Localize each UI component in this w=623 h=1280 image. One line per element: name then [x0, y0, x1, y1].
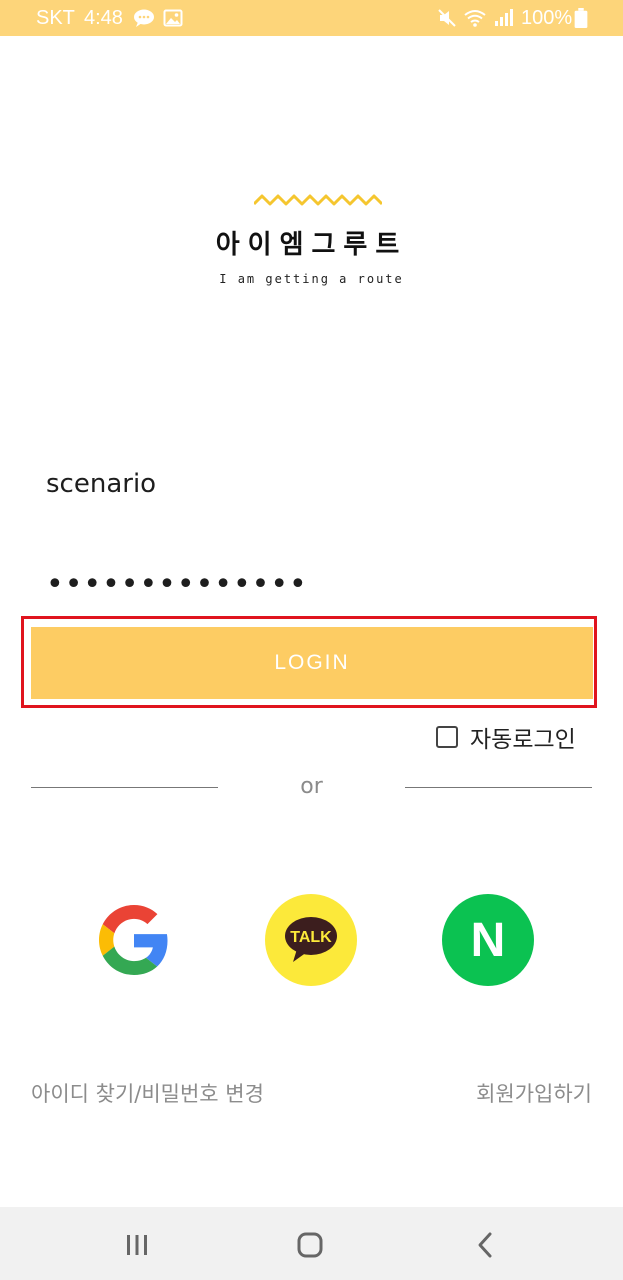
battery-icon	[574, 8, 588, 28]
chat-notification-icon	[134, 9, 154, 27]
kakaotalk-icon: TALK	[285, 917, 337, 962]
back-chevron-icon	[478, 1232, 492, 1258]
kakao-talk-label: TALK	[290, 929, 332, 946]
app-logo-title: 아이엠그루트	[215, 230, 408, 260]
naver-icon: N	[470, 913, 506, 967]
find-account-link[interactable]: 아이디 찾기/비밀번호 변경	[31, 1078, 264, 1108]
google-icon	[99, 905, 168, 975]
status-bar: SKT 4:48 100%	[0, 0, 623, 36]
login-screen: SKT 4:48 100% 아이엠그루트 I am getting a rout…	[0, 0, 623, 1280]
google-login-button[interactable]	[88, 894, 180, 986]
naver-login-button[interactable]: N	[442, 894, 534, 986]
recent-apps-icon	[127, 1235, 147, 1255]
auto-login-label: 자동로그인	[470, 727, 576, 753]
recent-apps-button[interactable]	[117, 1225, 157, 1265]
battery-percent: 100%	[521, 7, 573, 29]
logo-zigzag	[254, 194, 382, 206]
home-icon	[297, 1232, 323, 1258]
auto-login-toggle[interactable]: 자동로그인	[436, 720, 576, 754]
back-button[interactable]	[465, 1225, 505, 1265]
wifi-icon	[464, 10, 486, 27]
mute-icon	[438, 9, 456, 27]
home-button[interactable]	[290, 1225, 330, 1265]
signup-link[interactable]: 회원가입하기	[476, 1078, 592, 1108]
signal-icon	[495, 9, 513, 26]
image-notification-icon	[163, 9, 183, 27]
login-button[interactable]: LOGIN	[31, 627, 593, 699]
password-field[interactable]	[46, 564, 586, 604]
kakao-login-button[interactable]: TALK	[265, 894, 357, 986]
carrier-label: SKT	[36, 7, 75, 29]
auto-login-checkbox[interactable]	[436, 726, 458, 748]
clock-label: 4:48	[84, 7, 123, 29]
divider-line-right	[405, 787, 592, 788]
username-field[interactable]	[46, 464, 586, 504]
app-logo-subtitle: I am getting a route	[219, 272, 404, 286]
system-nav-bar	[0, 1207, 623, 1280]
